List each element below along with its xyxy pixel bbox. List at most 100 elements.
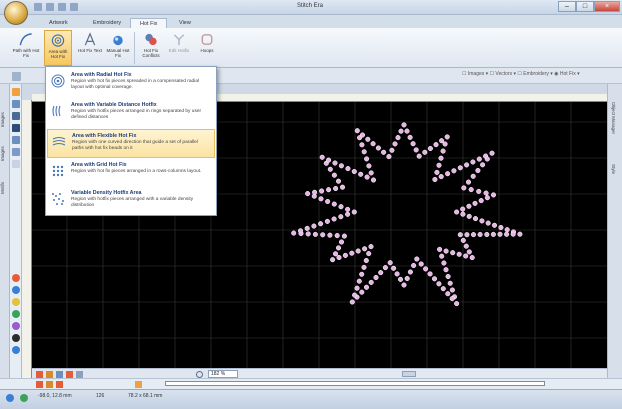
flexible-hotfix-icon <box>52 136 66 146</box>
hotfix-bead <box>460 237 466 243</box>
hotfix-bead <box>335 245 342 251</box>
bottom-tool-1-icon[interactable] <box>36 371 43 378</box>
color-yellow-icon[interactable] <box>12 298 20 306</box>
hotfix-bead <box>466 203 472 209</box>
area-hotfix-dropdown: Area with Radial Hot Fix Region with hot… <box>45 66 217 216</box>
bottom-tool-5-icon[interactable] <box>76 371 83 378</box>
horizontal-scrollbar[interactable] <box>240 368 607 378</box>
hotfix-bead <box>326 157 332 163</box>
menu-item-variable-density-hotfix[interactable]: Variable Density Hotfix Area Region with… <box>47 187 215 216</box>
hotfix-bead <box>339 184 346 190</box>
app-menu-button[interactable] <box>4 1 28 25</box>
view-layer-tabs[interactable]: ☐ Images ▾ ☐ Vectors ▾ ☐ Embroidery ▾ ◉ … <box>462 71 580 77</box>
hotfix-bead <box>510 231 516 237</box>
hotfix-bead <box>454 301 460 307</box>
hotfix-bead <box>331 216 337 222</box>
color-blue-2-icon[interactable] <box>12 346 20 354</box>
ribbon-tabs: Artwork Embroidery Hot Fix View <box>0 15 622 29</box>
hotfix-bead <box>404 275 410 282</box>
tool-6-icon[interactable] <box>12 148 20 156</box>
rewind-icon[interactable] <box>56 381 63 388</box>
hotfix-bead <box>440 286 446 292</box>
hotfix-bead <box>355 248 361 254</box>
hotfix-bead <box>423 266 429 272</box>
hotfix-bead <box>466 249 472 255</box>
hotfix-bead <box>334 233 340 239</box>
hotfix-bead <box>378 270 384 276</box>
hotfix-bead <box>338 214 344 220</box>
menu-item-radial-hotfix[interactable]: Area with Radial Hot Fix Region with hot… <box>47 69 215 98</box>
tool-3-icon[interactable] <box>12 112 20 120</box>
tab-style[interactable]: Style <box>611 164 616 174</box>
edit-hotfix-button[interactable]: Edit Hotfix <box>165 30 193 66</box>
bottom-tool-4-icon[interactable] <box>66 371 73 378</box>
color-red-icon[interactable] <box>12 274 20 282</box>
hotfix-bead <box>449 287 455 293</box>
hotfix-bead <box>443 267 449 273</box>
manual-hotfix-button[interactable]: Manual Hot Fix <box>104 30 132 66</box>
menu-item-flexible-hotfix[interactable]: Area with Flexible Hot Fix Region with o… <box>47 129 215 158</box>
hotfix-bead <box>470 232 477 238</box>
stitch-progress-slider[interactable] <box>165 381 545 386</box>
close-button[interactable]: × <box>594 1 620 12</box>
hotfix-bead <box>345 206 351 212</box>
redo-icon[interactable] <box>58 3 66 11</box>
tool-2-icon[interactable] <box>12 100 20 108</box>
hotfix-bead <box>497 231 503 237</box>
hoops-button[interactable]: Hoops <box>193 30 221 66</box>
tab-images-1[interactable]: Images <box>0 108 10 132</box>
color-black-icon[interactable] <box>12 334 20 342</box>
path-with-hotfix-button[interactable]: Path with Hot Fix <box>12 30 40 66</box>
color-blue-icon[interactable] <box>12 286 20 294</box>
zoom-level-select[interactable]: 182 % <box>208 370 238 378</box>
save-icon[interactable] <box>34 3 42 11</box>
tool-4-icon[interactable] <box>12 124 20 132</box>
tool-7-icon[interactable] <box>12 160 20 168</box>
hotfix-bead <box>463 253 469 259</box>
play-icon[interactable] <box>36 381 43 388</box>
color-green-icon[interactable] <box>12 310 20 318</box>
layout-icon[interactable] <box>12 72 21 81</box>
bead-count: 126 <box>96 393 105 399</box>
color-purple-icon[interactable] <box>12 322 20 330</box>
tab-images-2[interactable]: Images <box>0 142 10 166</box>
tab-motifs[interactable]: Motifs <box>0 176 10 200</box>
area-with-hotfix-button[interactable]: Area with Hot Fix <box>44 30 72 66</box>
scrollbar-thumb[interactable] <box>402 371 416 377</box>
hotfix-bead <box>466 213 472 219</box>
hotfix-bead <box>457 165 463 171</box>
hotfix-text-button[interactable]: Hot Fix Text <box>76 30 104 66</box>
coordinates-readout: -98.0, 12.8 mm <box>38 393 72 399</box>
bottom-tool-2-icon[interactable] <box>46 371 53 378</box>
design-size: 78.2 x 68.1 mm <box>128 393 163 399</box>
maximize-button[interactable]: □ <box>576 1 594 12</box>
hotfix-bead <box>434 169 440 175</box>
tool-5-icon[interactable] <box>12 136 20 144</box>
menu-item-grid-hotfix[interactable]: Area with Grid Hot Fix Region with hot f… <box>47 159 215 188</box>
hotfix-bead <box>338 204 344 210</box>
hotfix-bead <box>305 231 311 237</box>
hotfix-bead <box>485 220 491 226</box>
tab-object-manager[interactable]: Object Manager <box>611 102 616 134</box>
hotfix-conflicts-button[interactable]: Hot Fix Conflicts <box>137 30 165 66</box>
hotfix-bead <box>332 160 338 166</box>
step-icon[interactable] <box>135 381 142 388</box>
hotfix-bead <box>475 167 481 174</box>
stop-icon[interactable] <box>46 381 53 388</box>
undo-icon[interactable] <box>46 3 54 11</box>
quick-access-icon[interactable] <box>70 3 78 11</box>
select-tool-icon[interactable] <box>12 88 20 96</box>
hotfix-bead <box>484 156 490 162</box>
hotfix-bead <box>386 154 392 160</box>
menu-item-variable-distance-hotfix[interactable]: Area with Variable Distance Hotfix Regio… <box>47 99 215 128</box>
hotfix-bead <box>368 170 374 176</box>
hotfix-bead <box>373 274 379 281</box>
bottom-tool-3-icon[interactable] <box>56 371 63 378</box>
zoom-icon[interactable] <box>196 371 203 378</box>
hotfix-bead <box>352 292 358 298</box>
hotfix-bead <box>461 185 467 191</box>
minimize-button[interactable]: – <box>558 1 576 12</box>
hotfix-bead <box>331 201 337 207</box>
hotfix-bead <box>489 150 495 156</box>
bottom-toolbar: 182 % <box>32 368 240 378</box>
